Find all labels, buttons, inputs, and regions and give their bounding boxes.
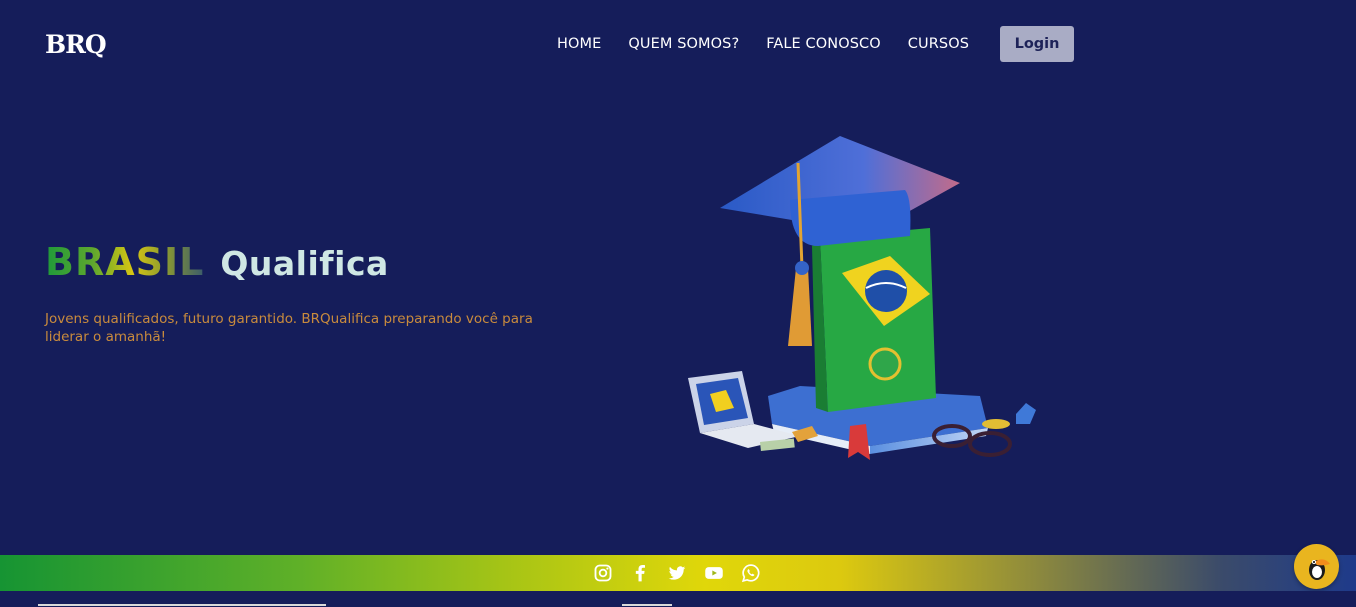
graduation-book-illustration [688, 136, 1036, 460]
hero-subtitle: Jovens qualificados, futuro garantido. B… [45, 311, 533, 345]
instagram-icon[interactable] [592, 562, 614, 584]
social-links [592, 561, 777, 585]
hero-illustration [680, 128, 1050, 468]
hero-title: BRASIL Qualifica [45, 240, 389, 284]
chat-mascot-button[interactable] [1294, 544, 1339, 589]
whatsapp-icon[interactable] [740, 562, 762, 584]
main-nav: HOME QUEM SOMOS? FALE CONOSCO CURSOS Log… [557, 26, 1075, 62]
brand-logo[interactable]: BRQ [45, 30, 107, 59]
nav-home[interactable]: HOME [557, 36, 601, 52]
divider [38, 604, 326, 606]
login-button[interactable]: Login [1000, 26, 1075, 62]
hero-title-qualifica: Qualifica [220, 244, 389, 283]
nav-quem-somos[interactable]: QUEM SOMOS? [628, 36, 739, 52]
divider [622, 604, 672, 606]
hero-title-brasil: BRASIL [45, 240, 205, 284]
toucan-icon [1308, 558, 1330, 580]
facebook-icon[interactable] [629, 562, 651, 584]
youtube-icon[interactable] [703, 562, 725, 584]
nav-fale-conosco[interactable]: FALE CONOSCO [766, 36, 881, 52]
twitter-icon[interactable] [666, 562, 688, 584]
nav-cursos[interactable]: CURSOS [908, 36, 969, 52]
